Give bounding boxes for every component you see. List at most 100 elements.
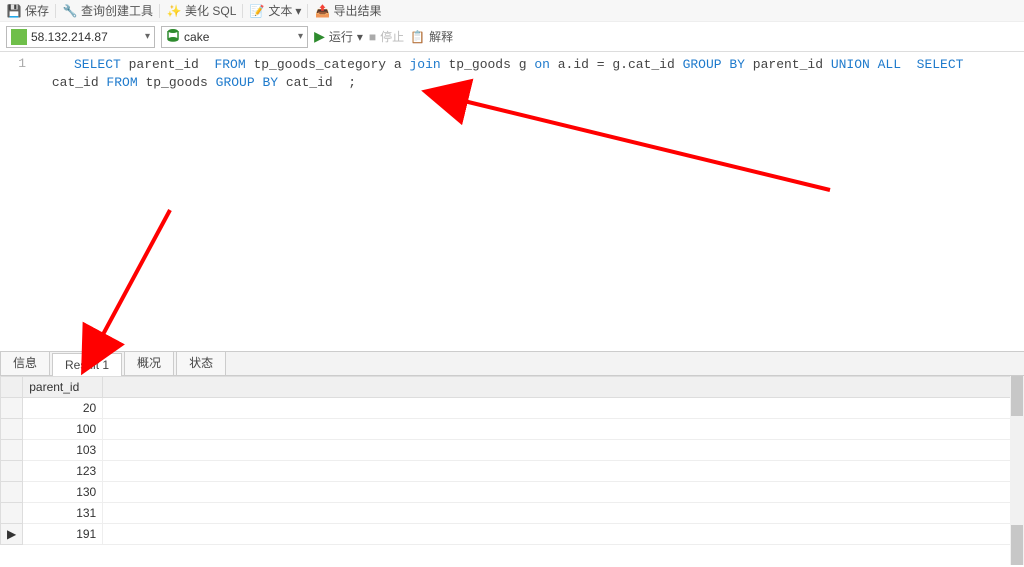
text-label: 文本	[268, 2, 292, 19]
row-indicator	[1, 482, 23, 503]
chevron-down-icon: ▾	[145, 31, 150, 42]
run-label: 运行	[329, 28, 353, 45]
sql-keyword: SELECT	[917, 57, 964, 72]
cell-empty	[103, 524, 1024, 545]
column-header[interactable]: parent_id	[23, 377, 103, 398]
cell-value[interactable]: 130	[23, 482, 103, 503]
row-indicator: ▶	[1, 524, 23, 545]
row-indicator	[1, 440, 23, 461]
explain-label: 解释	[429, 28, 453, 45]
cell-empty	[103, 440, 1024, 461]
export-label: 导出结果	[333, 2, 381, 19]
save-button[interactable]: 💾 保存	[6, 2, 49, 19]
stop-label: 停止	[380, 28, 404, 45]
sql-keyword: SELECT	[74, 57, 121, 72]
server-select[interactable]: 58.132.214.87 ▾	[6, 26, 155, 48]
result-table[interactable]: parent_id 20100103123130131▶191	[0, 376, 1024, 545]
sql-keyword: FROM	[214, 57, 245, 72]
cell-empty	[103, 398, 1024, 419]
row-indicator	[1, 419, 23, 440]
tab-label: Result 1	[65, 358, 109, 372]
play-icon: ▶	[314, 28, 325, 45]
vertical-scrollbar[interactable]	[1010, 376, 1024, 565]
beautify-icon: ✨	[166, 3, 182, 19]
cell-empty	[103, 461, 1024, 482]
separator	[159, 4, 160, 18]
tab-label: 状态	[189, 356, 213, 370]
row-indicator	[1, 398, 23, 419]
sql-keyword: GROUP	[216, 75, 255, 90]
save-icon: 💾	[6, 3, 22, 19]
stop-button[interactable]: ■ 停止	[369, 28, 404, 45]
dropdown-icon: ▾	[295, 4, 301, 18]
separator	[242, 4, 243, 18]
database-value: cake	[184, 30, 294, 44]
table-row[interactable]: 20	[1, 398, 1024, 419]
tab-info[interactable]: 信息	[0, 349, 50, 375]
result-tabs: 信息 Result 1 概况 状态	[0, 352, 1024, 376]
beautify-label: 美化 SQL	[185, 2, 236, 19]
explain-icon: 📋	[410, 30, 425, 44]
sql-text: a.id = g.cat_id	[550, 57, 683, 72]
query-builder-label: 查询创建工具	[81, 2, 153, 19]
row-header-blank	[1, 377, 23, 398]
tab-profile[interactable]: 概况	[124, 349, 174, 375]
sql-text: tp_goods	[138, 75, 216, 90]
table-row[interactable]: 131	[1, 503, 1024, 524]
cell-value[interactable]: 123	[23, 461, 103, 482]
cell-empty	[103, 419, 1024, 440]
server-value: 58.132.214.87	[31, 30, 141, 44]
query-builder-button[interactable]: 🔧 查询创建工具	[62, 2, 153, 19]
column-header-blank	[103, 377, 1024, 398]
export-icon: 📤	[314, 3, 330, 19]
sql-keyword: BY	[255, 75, 278, 90]
table-row[interactable]: ▶191	[1, 524, 1024, 545]
chevron-down-icon: ▾	[357, 30, 363, 44]
tab-label: 信息	[13, 356, 37, 370]
sql-keyword: UNION	[831, 57, 870, 72]
tab-result1[interactable]: Result 1	[52, 353, 122, 376]
cell-value[interactable]: 20	[23, 398, 103, 419]
cell-value[interactable]: 100	[23, 419, 103, 440]
explain-button[interactable]: 📋 解释	[410, 28, 453, 45]
scrollbar-thumb[interactable]	[1011, 525, 1023, 565]
sql-keyword: GROUP	[683, 57, 722, 72]
sql-keyword: BY	[722, 57, 745, 72]
text-dropdown[interactable]: 📝 文本 ▾	[249, 2, 301, 19]
cell-value[interactable]: 191	[23, 524, 103, 545]
sql-keyword: join	[409, 57, 440, 72]
sql-code[interactable]: SELECT parent_id FROM tp_goods_category …	[36, 52, 1024, 351]
sql-keyword: FROM	[106, 75, 137, 90]
cell-empty	[103, 503, 1024, 524]
stop-icon: ■	[369, 30, 376, 44]
scrollbar-thumb[interactable]	[1011, 376, 1023, 416]
sql-editor[interactable]: 1 SELECT parent_id FROM tp_goods_categor…	[0, 52, 1024, 352]
cell-empty	[103, 482, 1024, 503]
beautify-sql-button[interactable]: ✨ 美化 SQL	[166, 2, 236, 19]
separator	[55, 4, 56, 18]
chevron-down-icon: ▾	[298, 31, 303, 42]
table-row[interactable]: 130	[1, 482, 1024, 503]
cell-value[interactable]: 131	[23, 503, 103, 524]
sql-text	[901, 57, 917, 72]
sql-text: cat_id ;	[278, 75, 356, 90]
line-number: 1	[0, 56, 26, 71]
save-label: 保存	[25, 2, 49, 19]
table-row[interactable]: 103	[1, 440, 1024, 461]
run-button[interactable]: ▶ 运行 ▾	[314, 28, 363, 45]
cell-value[interactable]: 103	[23, 440, 103, 461]
sql-keyword: ALL	[870, 57, 901, 72]
export-button[interactable]: 📤 导出结果	[314, 2, 381, 19]
sql-text: parent_id	[121, 57, 215, 72]
table-row[interactable]: 100	[1, 419, 1024, 440]
table-row[interactable]: 123	[1, 461, 1024, 482]
tab-label: 概况	[137, 356, 161, 370]
tab-status[interactable]: 状态	[176, 349, 226, 375]
server-icon	[11, 29, 27, 45]
query-builder-icon: 🔧	[62, 3, 78, 19]
main-toolbar: 58.132.214.87 ▾ cake ▾ ▶ 运行 ▾ ■ 停止 📋 解释	[0, 22, 1024, 52]
database-select[interactable]: cake ▾	[161, 26, 308, 48]
sql-text: cat_id	[44, 75, 106, 90]
row-indicator	[1, 461, 23, 482]
sql-keyword: on	[534, 57, 550, 72]
